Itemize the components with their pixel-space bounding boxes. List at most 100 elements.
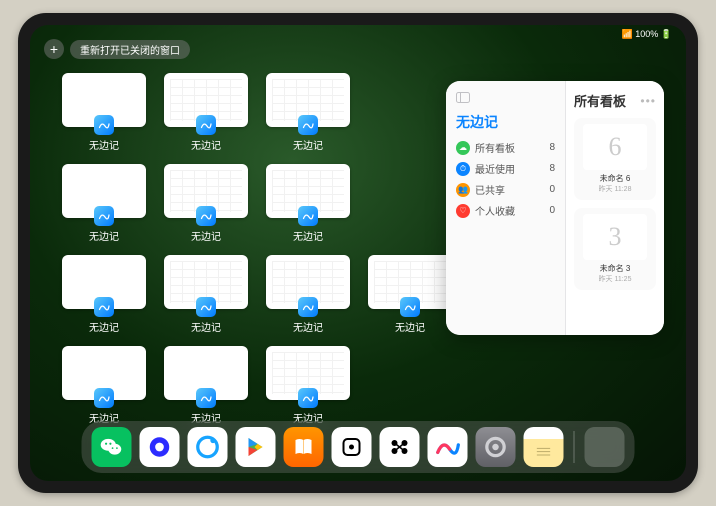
- sidebar-item[interactable]: 👥 已共享 0: [456, 182, 555, 197]
- dock-separator: [574, 431, 575, 463]
- sidebar-item-label: 个人收藏: [475, 203, 515, 218]
- panel-title: 无边记: [456, 112, 555, 132]
- dock-wechat-icon[interactable]: [92, 427, 132, 467]
- freeform-app-icon: [94, 388, 114, 408]
- window-thumbnail[interactable]: 无边记: [368, 255, 452, 334]
- board-card[interactable]: 3 未命名 3 昨天 11:25: [574, 208, 656, 290]
- sidebar-item-label: 所有看板: [475, 140, 515, 155]
- sidebar-item[interactable]: ♡ 个人收藏 0: [456, 203, 555, 218]
- dock-quark-icon[interactable]: [140, 427, 180, 467]
- board-name: 未命名 6: [600, 173, 631, 184]
- thumb-preview: [164, 73, 248, 127]
- dock-notes-icon[interactable]: [524, 427, 564, 467]
- screen: 📶 100% 🔋 + 重新打开已关闭的窗口 无边记 无边记 无边记 无边记 无边…: [30, 25, 686, 481]
- window-thumbnail[interactable]: 无边记: [62, 255, 146, 334]
- dock-books-icon[interactable]: [284, 427, 324, 467]
- reopen-closed-window-button[interactable]: 重新打开已关闭的窗口: [70, 40, 190, 59]
- window-thumbnail[interactable]: 无边记: [266, 164, 350, 243]
- thumb-preview: [164, 164, 248, 218]
- window-thumbnail[interactable]: 无边记: [62, 346, 146, 425]
- more-icon[interactable]: •••: [640, 94, 656, 108]
- thumb-preview: [62, 346, 146, 400]
- window-thumbnail[interactable]: 无边记: [164, 346, 248, 425]
- thumb-preview: [266, 73, 350, 127]
- sidebar-item-count: 8: [549, 142, 555, 153]
- thumb-preview: [62, 164, 146, 218]
- freeform-app-icon: [298, 388, 318, 408]
- window-thumbnail-grid: 无边记 无边记 无边记 无边记 无边记 无边记 无边记 无边记: [62, 73, 452, 425]
- ipad-frame: 📶 100% 🔋 + 重新打开已关闭的窗口 无边记 无边记 无边记 无边记 无边…: [18, 13, 698, 493]
- board-preview: 3: [583, 214, 647, 260]
- sidebar-item-icon: ☁: [456, 141, 470, 155]
- freeform-app-icon: [94, 115, 114, 135]
- thumb-preview: [164, 346, 248, 400]
- thumb-label: 无边记: [89, 228, 119, 243]
- panel-content: 所有看板 ••• 6 未命名 6 昨天 11:283 未命名 3 昨天 11:2…: [566, 81, 664, 335]
- window-thumbnail[interactable]: 无边记: [266, 73, 350, 152]
- thumb-label: 无边记: [293, 319, 323, 334]
- thumb-preview: [164, 255, 248, 309]
- dock-app-library-icon[interactable]: [585, 427, 625, 467]
- dock-settings-icon[interactable]: [476, 427, 516, 467]
- freeform-app-icon: [196, 388, 216, 408]
- thumb-preview: [266, 255, 350, 309]
- freeform-app-icon: [196, 206, 216, 226]
- panel-right-title: 所有看板: [574, 91, 626, 110]
- sidebar-toggle-icon[interactable]: [456, 91, 555, 106]
- dock-wm-icon[interactable]: [380, 427, 420, 467]
- thumb-label: 无边记: [89, 137, 119, 152]
- board-date: 昨天 11:25: [599, 274, 632, 284]
- freeform-app-icon: [196, 297, 216, 317]
- dock-qqbrowser-icon[interactable]: [188, 427, 228, 467]
- thumb-preview: [62, 255, 146, 309]
- dock-play-icon[interactable]: [236, 427, 276, 467]
- thumb-label: 无边记: [89, 319, 119, 334]
- freeform-app-icon: [298, 297, 318, 317]
- sidebar-item-icon: 👥: [456, 183, 470, 197]
- board-card[interactable]: 6 未命名 6 昨天 11:28: [574, 118, 656, 200]
- sidebar-item-icon: ♡: [456, 204, 470, 218]
- thumb-label: 无边记: [395, 319, 425, 334]
- thumb-label: 无边记: [293, 137, 323, 152]
- sidebar-item-label: 已共享: [475, 182, 505, 197]
- thumb-preview: [62, 73, 146, 127]
- thumb-label: 无边记: [191, 137, 221, 152]
- sidebar-item-count: 8: [549, 163, 555, 174]
- board-date: 昨天 11:28: [599, 184, 632, 194]
- sidebar-item-label: 最近使用: [475, 161, 515, 176]
- top-controls: + 重新打开已关闭的窗口: [44, 39, 190, 59]
- freeform-app-icon: [298, 206, 318, 226]
- sidebar-item-count: 0: [549, 184, 555, 195]
- freeform-app-icon: [400, 297, 420, 317]
- dock-dice-icon[interactable]: [332, 427, 372, 467]
- thumb-preview: [266, 346, 350, 400]
- window-thumbnail[interactable]: 无边记: [62, 164, 146, 243]
- status-right: 📶 100% 🔋: [622, 29, 672, 40]
- board-name: 未命名 3: [600, 263, 631, 274]
- panel-sidebar: 无边记 ☁ 所有看板 8 ⏱ 最近使用 8 👥 已共享 0 ♡ 个人收藏 0: [446, 81, 566, 335]
- thumb-preview: [266, 164, 350, 218]
- freeform-app-icon: [94, 206, 114, 226]
- sidebar-item[interactable]: ☁ 所有看板 8: [456, 140, 555, 155]
- freeform-app-icon: [94, 297, 114, 317]
- sidebar-panel: 无边记 ☁ 所有看板 8 ⏱ 最近使用 8 👥 已共享 0 ♡ 个人收藏 0 所有看板 ••• 6 未…: [446, 81, 664, 335]
- window-thumbnail[interactable]: 无边记: [164, 73, 248, 152]
- freeform-app-icon: [298, 115, 318, 135]
- thumb-label: 无边记: [293, 228, 323, 243]
- sidebar-item[interactable]: ⏱ 最近使用 8: [456, 161, 555, 176]
- window-thumbnail[interactable]: 无边记: [164, 164, 248, 243]
- window-thumbnail[interactable]: 无边记: [164, 255, 248, 334]
- window-thumbnail[interactable]: 无边记: [266, 346, 350, 425]
- freeform-app-icon: [196, 115, 216, 135]
- thumb-preview: [368, 255, 452, 309]
- window-thumbnail[interactable]: 无边记: [62, 73, 146, 152]
- thumb-label: 无边记: [191, 319, 221, 334]
- dock-freeform-icon[interactable]: [428, 427, 468, 467]
- thumb-label: 无边记: [191, 228, 221, 243]
- sidebar-item-icon: ⏱: [456, 162, 470, 176]
- sidebar-item-count: 0: [549, 205, 555, 216]
- dock: [82, 421, 635, 473]
- new-window-button[interactable]: +: [44, 39, 64, 59]
- window-thumbnail[interactable]: 无边记: [266, 255, 350, 334]
- board-preview: 6: [583, 124, 647, 170]
